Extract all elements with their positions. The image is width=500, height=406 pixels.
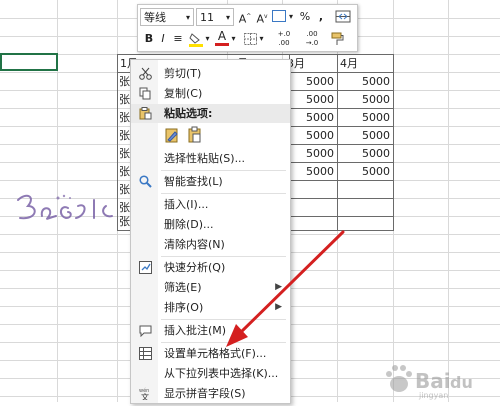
svg-text:jingyan: jingyan [418, 391, 448, 400]
annotation-arrow [226, 230, 345, 347]
svg-text:Bai: Bai [415, 369, 451, 393]
baidu-jingyan-logo: Bai du jingyan [386, 365, 473, 400]
svg-text:du: du [450, 373, 473, 392]
